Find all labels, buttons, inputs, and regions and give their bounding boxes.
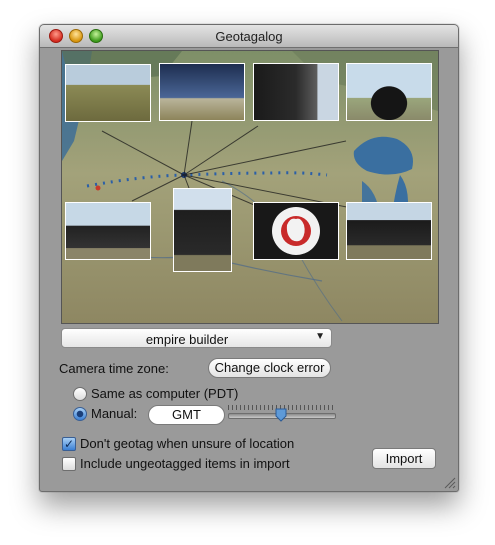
geotagalog-window: Geotagalog empire builder ▼ Camera time … <box>39 24 459 492</box>
photo-thumbnail-3[interactable] <box>253 63 339 121</box>
include-ungeotagged-label: Include ungeotagged items in import <box>80 456 290 471</box>
import-button[interactable]: Import <box>372 448 436 469</box>
change-clock-error-button[interactable]: Change clock error <box>208 358 331 378</box>
chevron-down-icon: ▼ <box>315 331 325 342</box>
photo-thumbnail-1[interactable] <box>65 64 151 122</box>
map-view[interactable] <box>61 50 439 324</box>
window-title: Geotagalog <box>215 29 283 44</box>
dont-geotag-label: Don't geotag when unsure of location <box>80 436 295 451</box>
album-popup-label: empire builder <box>145 332 229 347</box>
include-ungeotagged-checkbox[interactable] <box>62 457 76 471</box>
title-bar[interactable]: Geotagalog <box>40 25 458 48</box>
great-northern-logo <box>272 207 320 255</box>
manual-label: Manual: <box>91 406 138 421</box>
timezone-field[interactable]: GMT <box>148 405 225 425</box>
same-as-computer-radio[interactable] <box>73 387 87 401</box>
photo-thumbnail-5[interactable] <box>65 202 151 260</box>
photo-thumbnail-8[interactable] <box>346 202 432 260</box>
dont-geotag-checkbox[interactable]: ✓ <box>62 437 76 451</box>
photo-thumbnail-2[interactable] <box>159 63 245 121</box>
same-as-computer-label: Same as computer (PDT) <box>91 386 239 401</box>
photo-thumbnail-4[interactable] <box>346 63 432 121</box>
manual-radio[interactable] <box>73 407 87 421</box>
photo-thumbnail-6[interactable] <box>173 188 232 272</box>
album-popup-button[interactable]: empire builder ▼ <box>61 328 332 348</box>
camera-time-zone-label: Camera time zone: <box>59 361 169 376</box>
timezone-slider-thumb[interactable] <box>275 408 287 422</box>
resize-grip-icon[interactable] <box>444 477 456 489</box>
photo-thumbnail-7[interactable] <box>253 202 339 260</box>
